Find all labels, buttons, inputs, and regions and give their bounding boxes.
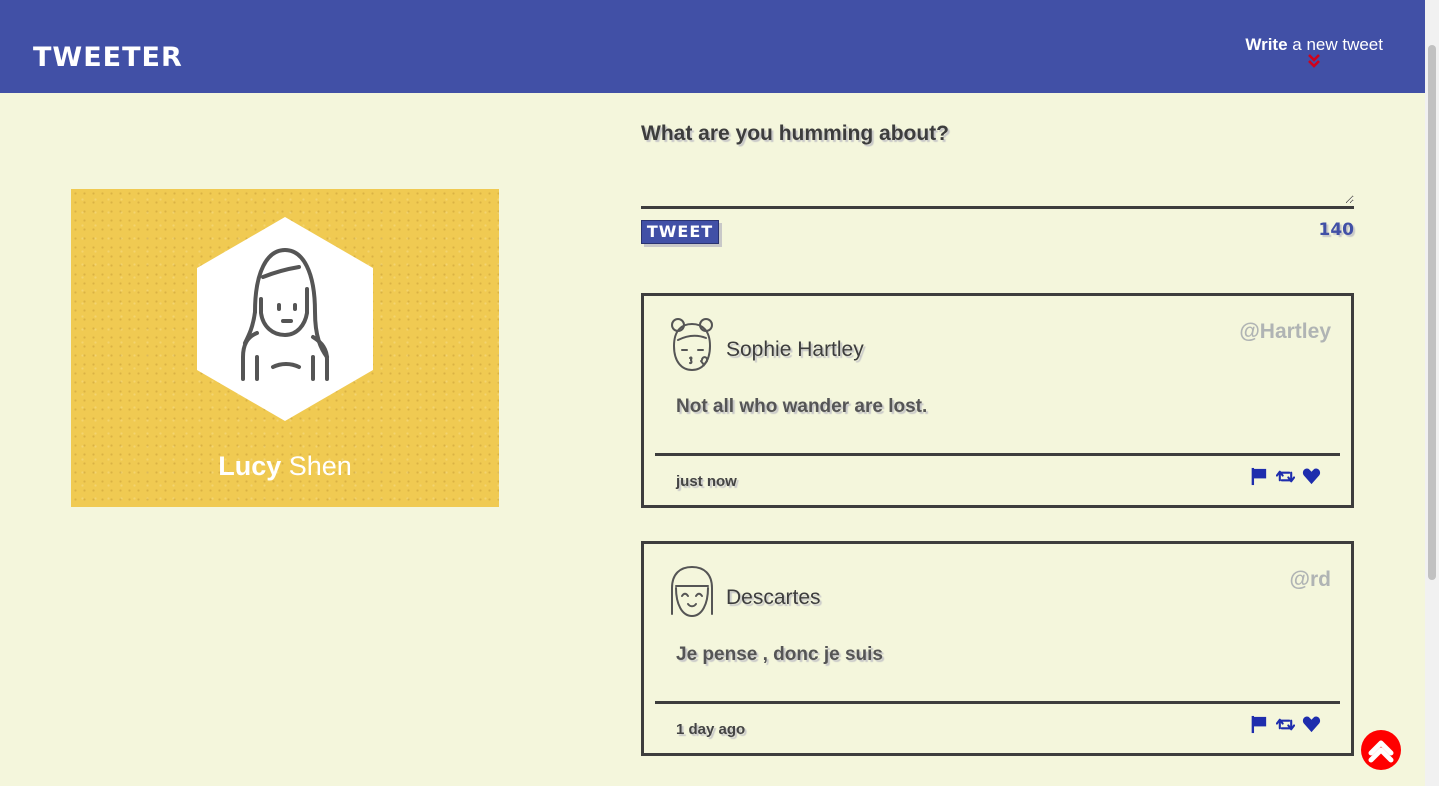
scrollbar-thumb[interactable] — [1428, 45, 1436, 580]
tweet-divider — [655, 701, 1340, 704]
double-chevron-down-icon — [1245, 53, 1383, 74]
compose-divider — [641, 206, 1354, 209]
tweet-textarea[interactable] — [641, 160, 1354, 204]
tweet-author-name[interactable]: Descartes — [726, 586, 821, 610]
tweet-actions — [1250, 715, 1321, 734]
compose-toggle-bold: Write — [1245, 35, 1288, 54]
profile-name: Lucy Shen — [71, 451, 499, 482]
navbar: TWEETER Write a new tweet — [0, 0, 1425, 93]
smiling-girl-avatar-icon — [671, 565, 713, 618]
profile-first-name: Lucy — [218, 451, 282, 481]
character-counter: 140 — [1318, 220, 1355, 240]
tweet-card: Descartes @rd Je pense , donc je suis 1 … — [641, 541, 1354, 756]
compose-toggle-text: a new tweet — [1287, 35, 1383, 54]
tweet-divider — [655, 453, 1340, 456]
profile-last-name: Shen — [281, 451, 352, 481]
tweet-author-handle[interactable]: @rd — [1290, 568, 1331, 592]
heart-icon[interactable] — [1302, 715, 1321, 734]
tweet-content: Not all who wander are lost. — [676, 396, 928, 417]
write-new-tweet-toggle[interactable]: Write a new tweet — [1245, 35, 1383, 74]
scroll-to-top-button[interactable] — [1361, 730, 1401, 770]
scrollbar[interactable] — [1425, 0, 1439, 786]
tweet-actions — [1250, 467, 1321, 486]
tweet-author-name[interactable]: Sophie Hartley — [726, 338, 864, 362]
retweet-icon[interactable] — [1276, 715, 1295, 734]
tweet-timestamp: 1 day ago — [676, 721, 746, 738]
profile-card: Lucy Shen — [71, 189, 499, 507]
compose-title: What are you humming about? — [641, 122, 949, 145]
tweet-card: Sophie Hartley @Hartley Not all who wand… — [641, 293, 1354, 508]
girl-avatar-icon — [197, 217, 373, 421]
tweet-timestamp: just now — [676, 473, 737, 490]
chevron-up-icon — [1368, 740, 1394, 763]
flag-icon[interactable] — [1250, 467, 1269, 486]
brand-logo[interactable]: TWEETER — [33, 44, 183, 71]
retweet-icon[interactable] — [1276, 467, 1295, 486]
tweet-content: Je pense , donc je suis — [676, 644, 883, 665]
girl-buns-kiss-avatar-icon — [671, 318, 713, 372]
flag-icon[interactable] — [1250, 715, 1269, 734]
heart-icon[interactable] — [1302, 467, 1321, 486]
tweet-author-handle[interactable]: @Hartley — [1239, 320, 1331, 344]
tweet-button[interactable]: TWEET — [641, 220, 719, 244]
